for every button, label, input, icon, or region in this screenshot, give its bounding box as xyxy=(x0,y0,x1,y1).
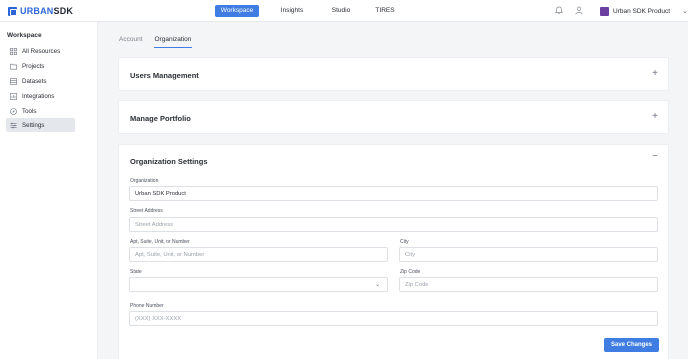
sidebar: Workspace All Resources Projects Dataset… xyxy=(0,22,98,359)
org-name: Urban SDK Product xyxy=(613,7,671,15)
folder-icon xyxy=(10,63,17,70)
sidebar-item-projects[interactable]: Projects xyxy=(6,59,75,73)
bell-icon[interactable] xyxy=(555,6,563,15)
sidebar-item-label: Projects xyxy=(22,62,45,70)
organization-label: Organization xyxy=(130,178,159,184)
apt-label: Apt, Suite, Unit, or Number xyxy=(130,239,190,245)
sidebar-item-all-resources[interactable]: All Resources xyxy=(6,44,75,58)
phone-number-label: Phone Number xyxy=(130,303,164,309)
city-input[interactable] xyxy=(399,247,658,262)
plus-icon[interactable]: + xyxy=(652,69,658,79)
org-avatar xyxy=(600,6,609,16)
user-icon[interactable] xyxy=(575,6,583,15)
apt-input[interactable] xyxy=(129,247,388,262)
nav-insights[interactable]: Insights xyxy=(275,5,309,17)
sidebar-item-label: Datasets xyxy=(22,77,47,85)
sidebar-item-label: All Resources xyxy=(22,47,61,55)
sidebar-title: Workspace xyxy=(7,32,42,39)
chart-icon xyxy=(10,92,17,100)
state-select[interactable] xyxy=(129,277,388,292)
section-title: Users Management xyxy=(130,71,199,80)
sidebar-item-datasets[interactable]: Datasets xyxy=(6,74,75,88)
nav-tires[interactable]: TIRES xyxy=(372,5,398,17)
zip-code-input[interactable] xyxy=(399,277,658,292)
plus-icon[interactable]: + xyxy=(652,112,658,122)
state-label: State xyxy=(130,269,142,275)
sidebar-item-label: Tools xyxy=(22,107,37,115)
street-address-label: Street Address xyxy=(130,208,163,214)
section-title: Organization Settings xyxy=(130,157,208,166)
organization-input[interactable] xyxy=(129,186,658,201)
nav-studio[interactable]: Studio xyxy=(326,5,356,17)
city-label: City xyxy=(400,239,409,245)
table-icon xyxy=(10,77,17,85)
tab-account[interactable]: Account xyxy=(118,36,144,48)
org-switcher[interactable]: Urban SDK Product ⌄ xyxy=(600,5,688,17)
zip-code-label: Zip Code xyxy=(400,269,421,275)
phone-number-input[interactable] xyxy=(129,311,658,326)
sidebar-item-settings[interactable]: Settings xyxy=(6,118,75,132)
section-title: Manage Portfolio xyxy=(130,114,191,123)
save-changes-button[interactable]: Save Changes xyxy=(604,338,659,352)
sliders-icon xyxy=(10,122,17,129)
sidebar-item-label: Integrations xyxy=(22,92,55,100)
chevron-down-icon: ⌄ xyxy=(682,8,688,15)
chevron-down-icon: ⌄ xyxy=(375,282,381,288)
top-bar: URBANSDK Workspace Insights Studio TIRES… xyxy=(0,0,688,22)
settings-tabs: Account Organization xyxy=(118,36,193,48)
tab-organization[interactable]: Organization xyxy=(153,36,193,48)
sidebar-item-tools[interactable]: Tools xyxy=(6,104,75,118)
street-address-input[interactable] xyxy=(129,217,658,232)
manage-portfolio-card[interactable]: Manage Portfolio + xyxy=(118,100,669,134)
users-management-card[interactable]: Users Management + xyxy=(118,57,669,91)
grid-icon xyxy=(10,47,17,55)
compass-icon xyxy=(10,107,17,115)
sidebar-item-integrations[interactable]: Integrations xyxy=(6,89,75,103)
nav-workspace[interactable]: Workspace xyxy=(215,5,259,17)
minus-icon[interactable]: − xyxy=(652,152,658,162)
sidebar-item-label: Settings xyxy=(22,121,45,129)
main-nav: Workspace Insights Studio TIRES xyxy=(0,5,688,17)
